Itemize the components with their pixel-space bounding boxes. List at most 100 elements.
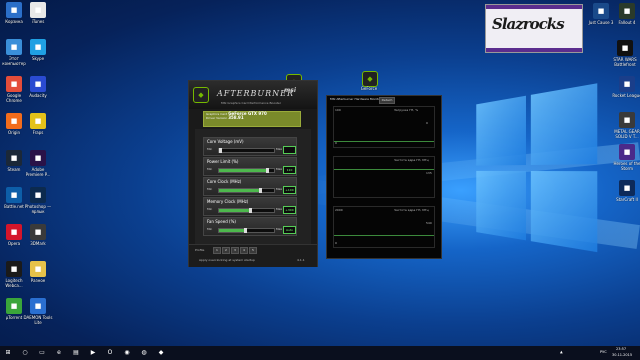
slider-name: Memory Clock (MHz): [207, 199, 249, 204]
daemon-tools-icon: ■: [30, 298, 46, 314]
monitor-graph: Частота ядра ГП, МГц 135: [333, 156, 435, 198]
desktop-icon[interactable]: ■ Audacity: [23, 76, 53, 98]
driver-version: 358.91: [228, 115, 244, 120]
edge-icon[interactable]: e: [54, 348, 64, 358]
slider-value-box[interactable]: 110: [283, 166, 296, 174]
search-icon[interactable]: ○: [20, 348, 30, 358]
desktop-icon[interactable]: ■ Fraps: [23, 113, 53, 135]
driver-label: Driver Version: [206, 116, 228, 120]
afterburner-footer: Profile 12345 Apply overclocking at syst…: [189, 244, 317, 267]
desktop-icon-geforce[interactable]: GeForce: [355, 86, 383, 91]
startup-text: Apply overclocking at system startup: [199, 258, 255, 262]
graph-value: 540: [426, 221, 432, 225]
graph-line: [334, 235, 434, 236]
slider-knob[interactable]: [249, 208, 253, 213]
slider-track[interactable]: [218, 148, 275, 153]
desktop-icon[interactable]: ■ Adobe Premiere P...: [23, 150, 53, 177]
desktop-icon-label: DAEMON Tools Lite: [23, 315, 53, 325]
recycle-bin-icon: ■: [6, 2, 22, 18]
desktop-icon[interactable]: ■ 3DMark: [23, 224, 53, 246]
msi-brand: msi: [284, 87, 296, 94]
slider-min-label: Min: [207, 147, 213, 151]
logitech-icon: ■: [6, 261, 22, 277]
3dmark-icon: ■: [30, 224, 46, 240]
slider-value-box[interactable]: [283, 146, 296, 154]
media-icon[interactable]: ▶: [88, 348, 98, 358]
slider-knob[interactable]: [265, 168, 269, 173]
desktop-icon[interactable]: ■ Skype: [23, 39, 53, 61]
fallout-icon: ■: [619, 3, 635, 19]
clock-date[interactable]: 30.11.2015: [612, 353, 632, 357]
slider-knob[interactable]: [243, 228, 247, 233]
logo-text: Slazrocks: [492, 15, 565, 33]
rocket-league-icon: ■: [619, 76, 635, 92]
monitor-title: MSI Afterburner Hardware Monitor: [330, 97, 382, 101]
task-view-icon[interactable]: ▭: [37, 348, 47, 358]
profile-slot-button[interactable]: 2: [222, 247, 230, 254]
logo-pane: [530, 171, 598, 253]
desktop-icon[interactable]: ■ STAR WARS Battlefront: [610, 40, 640, 67]
graph-line: [334, 141, 434, 142]
taskbar: ⊞ ○ ▭ e ▤ ▶ O ◉ ◍ ◆ ▲ РУС 23:57 30.11.2015: [0, 346, 640, 360]
slider-value-box[interactable]: +100: [283, 186, 296, 194]
steam-icon[interactable]: ◍: [139, 348, 149, 358]
desktop-icon[interactable]: ■ StarCraft II: [612, 180, 640, 202]
slider-max-label: Max: [276, 147, 283, 151]
profile-slot-button[interactable]: 4: [240, 247, 248, 254]
desktop-icon[interactable]: ■ Rocket League: [612, 76, 640, 98]
afterburner-icon[interactable]: ◆: [156, 348, 166, 358]
graph-max: 100: [335, 108, 341, 112]
mgs-icon: ■: [619, 112, 635, 128]
windows-logo: [476, 82, 601, 257]
battlenet-icon: ■: [6, 187, 22, 203]
slider-value-box[interactable]: Auto: [283, 226, 296, 234]
opera-icon: ■: [6, 224, 22, 240]
logo-pane: [476, 170, 526, 241]
desktop-icon-label: STAR WARS Battlefront: [613, 57, 637, 67]
desktop-icon[interactable]: ■ Heroes of the Storm: [612, 144, 640, 171]
computer-icon: ■: [6, 39, 22, 55]
desktop-icon[interactable]: ■ iTunes: [23, 2, 53, 24]
slider-fill: [219, 169, 266, 172]
slider-row: Power Limit (%) Min Max 110: [203, 157, 297, 176]
geforce-icon[interactable]: ◆: [362, 71, 378, 87]
desktop-icon[interactable]: ■ Fallout 4: [612, 3, 640, 25]
desktop-icon[interactable]: ■ DAEMON Tools Lite: [23, 298, 53, 325]
chrome-icon[interactable]: ◉: [122, 348, 132, 358]
origin-icon: ■: [6, 113, 22, 129]
slider-row: Core Clock (MHz) Min Max +100: [203, 177, 297, 196]
slider-track[interactable]: [218, 168, 275, 173]
profile-slot-button[interactable]: 5: [249, 247, 257, 254]
opera-icon[interactable]: O: [105, 348, 115, 358]
logo-pane: [476, 95, 526, 166]
language-indicator[interactable]: РУС: [600, 350, 607, 354]
logo-pane: [530, 83, 598, 165]
slider-knob[interactable]: [219, 148, 222, 153]
network-icon[interactable]: ▲: [560, 350, 563, 354]
desktop-icon[interactable]: ■ METAL GEAR SOLID V T...: [612, 112, 640, 139]
slider-value-box[interactable]: +300: [283, 206, 296, 214]
desktop-icon-label: Разное: [30, 278, 46, 283]
profile-slot-button[interactable]: 1: [213, 247, 221, 254]
explorer-icon[interactable]: ▤: [71, 348, 81, 358]
afterburner-window: ◆ AFTERBURNER msi MSI Graphics Card Perf…: [188, 80, 318, 267]
skype-icon: ■: [30, 39, 46, 55]
graph-min: 0: [335, 241, 337, 245]
slider-knob[interactable]: [258, 188, 262, 193]
clock-time[interactable]: 23:57: [616, 347, 626, 351]
slider-track[interactable]: [218, 208, 275, 213]
desktop-icon[interactable]: ■ Разное: [23, 261, 53, 283]
desktop-icon-label: Photoshop — ярлык: [24, 204, 52, 214]
afterburner-header: ◆ AFTERBURNER msi MSI Graphics Card Perf…: [189, 81, 317, 109]
desktop-icon[interactable]: ■ Photoshop — ярлык: [23, 187, 53, 214]
slider-max-label: Max: [276, 207, 283, 211]
slider-track[interactable]: [218, 188, 275, 193]
detach-button[interactable]: Detach: [379, 97, 395, 104]
profile-slot-button[interactable]: 3: [231, 247, 239, 254]
hardware-monitor-window[interactable]: MSI Afterburner Hardware Monitor Detach …: [326, 95, 442, 259]
slider-track[interactable]: [218, 228, 275, 233]
slider-max-label: Max: [276, 187, 283, 191]
logo-bar: [486, 5, 582, 9]
start-icon[interactable]: ⊞: [3, 348, 13, 358]
audacity-icon: ■: [30, 76, 46, 92]
